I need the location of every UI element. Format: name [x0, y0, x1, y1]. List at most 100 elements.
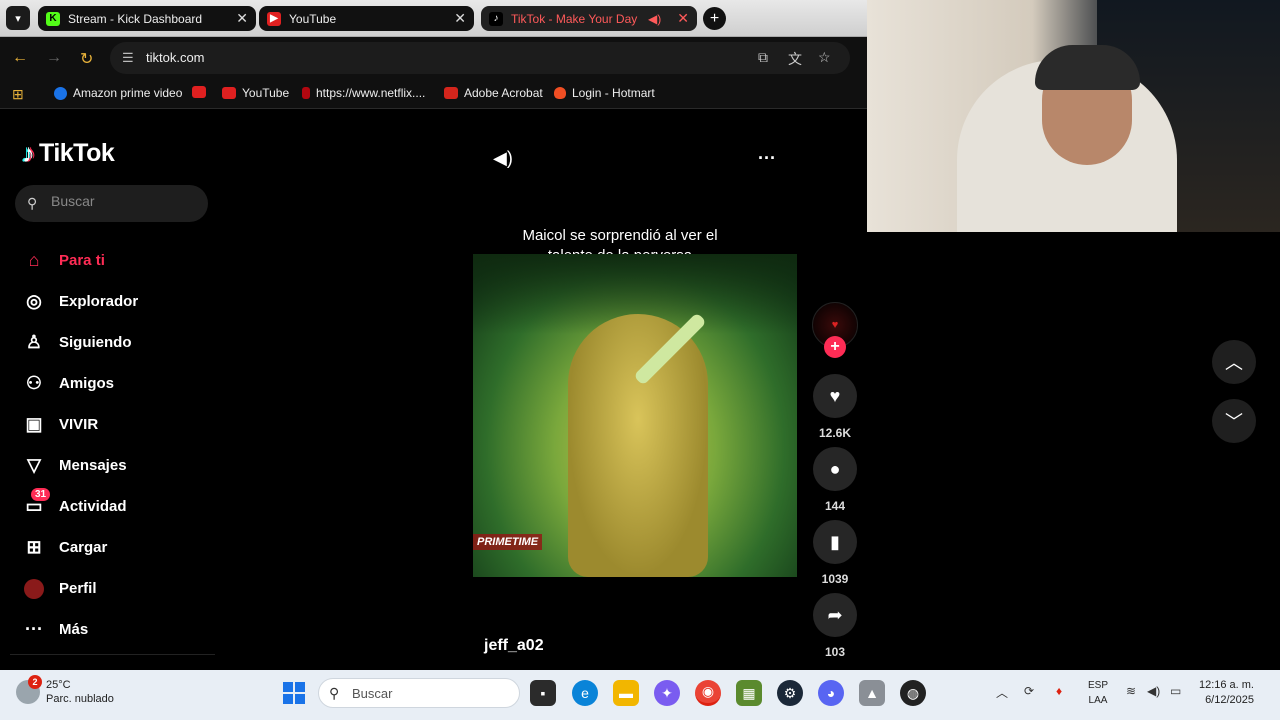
sidebar-item-cargar[interactable]: ⊞ Cargar — [22, 527, 222, 568]
close-tab-icon[interactable]: ✕ — [236, 10, 248, 27]
bookmark-netflix[interactable]: https://www.netflix.... — [302, 86, 425, 100]
comment-button[interactable]: ● 144 — [812, 447, 858, 513]
comment-count: 144 — [824, 499, 846, 513]
app-icon[interactable]: ▲ — [859, 680, 885, 706]
sidebar-item-label: Más — [59, 621, 89, 638]
file-explorer-icon[interactable]: ▬ — [613, 680, 639, 706]
close-tab-icon[interactable]: ✕ — [677, 10, 689, 27]
install-app-icon[interactable]: ⧉ — [758, 49, 768, 66]
search-input[interactable] — [51, 193, 201, 209]
more-options-icon[interactable]: ··· — [758, 148, 776, 169]
volume-icon[interactable]: ◀) — [493, 148, 513, 169]
sidebar-item-amigos[interactable]: ⚇ Amigos — [22, 363, 222, 404]
search-box[interactable]: ⚲ — [15, 185, 208, 222]
copilot-icon[interactable]: ✦ — [654, 680, 680, 706]
kick-icon: K — [46, 11, 60, 26]
url-text: tiktok.com — [146, 50, 205, 65]
browser-tab-strip: ▾ K Stream - Kick Dashboard ✕ ▶ YouTube … — [0, 0, 867, 37]
sidebar-item-label: Actividad — [59, 498, 127, 515]
youtube-shortcut-icon[interactable] — [192, 86, 212, 98]
bookmark-label: https://www.netflix.... — [316, 86, 426, 100]
chrome-icon[interactable]: ◉ — [695, 680, 721, 706]
sidebar-nav: ⌂ Para ti ◎ Explorador ♙ Siguiendo ⚇ Ami… — [22, 240, 222, 650]
tab-search-chevron-icon[interactable]: ▾ — [6, 6, 30, 30]
tab-tiktok[interactable]: ♪ TikTok - Make Your Day ◀) ✕ — [481, 6, 697, 31]
comment-icon: ● — [813, 447, 857, 491]
address-bar[interactable]: ☰ tiktok.com ⧉ 文 ☆ — [110, 42, 850, 74]
tab-youtube[interactable]: ▶ YouTube ✕ — [259, 6, 474, 31]
sidebar-item-explorador[interactable]: ◎ Explorador — [22, 281, 222, 322]
tray-chevron-up-icon[interactable]: ︿ — [996, 684, 1008, 701]
follow-plus-icon[interactable]: + — [824, 336, 846, 358]
sidebar-item-actividad[interactable]: ▭ 31 Actividad — [22, 486, 222, 527]
messages-icon: ▽ — [27, 455, 41, 475]
weather-widget[interactable]: 2 25°C Parc. nublado — [16, 675, 114, 706]
translate-icon[interactable]: 文 — [788, 49, 802, 69]
apps-grid-icon[interactable]: ⊞ — [12, 86, 24, 103]
bookmark-star-icon[interactable]: ☆ — [818, 49, 831, 66]
bookmark-label: Amazon prime video — [73, 86, 183, 100]
obs-icon[interactable]: ◍ — [900, 680, 926, 706]
sidebar-item-label: Cargar — [59, 539, 108, 556]
speaker-icon[interactable]: ◀) — [648, 12, 661, 26]
sync-icon[interactable]: ⟳ — [1024, 684, 1034, 698]
youtube-icon — [192, 86, 206, 98]
new-tab-button[interactable]: + — [703, 7, 726, 30]
video-player[interactable]: PRIMETIME — [473, 254, 797, 577]
forward-arrow-icon[interactable]: → — [46, 49, 62, 67]
youtube-icon — [222, 87, 236, 99]
bookmark-youtube[interactable]: YouTube — [222, 86, 289, 100]
edge-icon[interactable]: e — [572, 680, 598, 706]
share-button[interactable]: ➦ 103 — [812, 593, 858, 659]
sidebar-item-vivir[interactable]: ▣ VIVIR — [22, 404, 222, 445]
battery-icon[interactable]: ▭ — [1170, 684, 1181, 698]
temperature: 25°C — [46, 679, 71, 691]
bookmark-hotmart[interactable]: Login - Hotmart — [554, 86, 655, 100]
volume-icon[interactable]: ◀) — [1147, 684, 1160, 698]
tiktok-logo[interactable]: ♪ TikTok — [22, 138, 115, 169]
site-info-icon[interactable]: ☰ — [122, 50, 134, 66]
bookmark-adobe-acrobat[interactable]: Adobe Acrobat — [444, 86, 543, 100]
sidebar-item-perfil[interactable]: Perfil — [22, 568, 222, 609]
wifi-icon[interactable]: ≋ — [1126, 684, 1136, 698]
sidebar-item-siguiendo[interactable]: ♙ Siguiendo — [22, 322, 222, 363]
back-arrow-icon[interactable]: ← — [12, 49, 28, 67]
tiktok-note-icon: ♪ — [22, 138, 35, 168]
following-icon: ♙ — [25, 332, 43, 352]
video-author[interactable]: jeff_a02 — [484, 637, 544, 655]
language-indicator[interactable]: ESP LAA — [1086, 678, 1110, 708]
minecraft-icon[interactable]: ▦ — [736, 680, 762, 706]
logo-text: TikTok — [39, 139, 115, 167]
bookmarks-bar: ⊞ Amazon prime video YouTube https://www… — [0, 79, 867, 109]
microphone-icon[interactable]: ♦ — [1056, 684, 1062, 698]
friends-icon: ⚇ — [25, 373, 43, 393]
task-view-icon[interactable]: ▪ — [530, 680, 556, 706]
bookmark-label: Login - Hotmart — [572, 86, 655, 100]
screen: ▾ K Stream - Kick Dashboard ✕ ▶ YouTube … — [0, 0, 1280, 720]
language-code: ESP — [1087, 680, 1108, 691]
close-tab-icon[interactable]: ✕ — [454, 10, 466, 27]
search-icon: ⚲ — [27, 195, 38, 211]
prime-video-icon — [54, 86, 67, 100]
sidebar-item-label: Perfil — [59, 580, 97, 597]
browser-toolbar: ← → ↻ ☰ tiktok.com ⧉ 文 ☆ — [0, 37, 867, 79]
tab-kick-dashboard[interactable]: K Stream - Kick Dashboard ✕ — [38, 6, 256, 31]
time: 12:16 a. m. — [1198, 679, 1254, 691]
bookmark-amazon-prime[interactable]: Amazon prime video — [54, 86, 182, 100]
clock[interactable]: 12:16 a. m. 6/12/2025 — [1196, 678, 1254, 708]
next-video-chevron-down-icon[interactable]: ﹀ — [1212, 399, 1256, 443]
reload-icon[interactable]: ↻ — [80, 49, 93, 69]
weather-condition: Parc. nublado — [46, 693, 114, 705]
keyboard-layout: LAA — [1088, 695, 1108, 706]
taskbar-search[interactable]: ⚲ Buscar — [318, 678, 520, 708]
previous-video-chevron-up-icon[interactable]: ︿ — [1212, 340, 1256, 384]
steam-icon[interactable]: ⚙ — [777, 680, 803, 706]
sidebar-item-mensajes[interactable]: ▽ Mensajes — [22, 445, 222, 486]
sidebar-item-mas[interactable]: ··· Más — [22, 609, 222, 650]
discord-icon[interactable]: ◕ — [818, 680, 844, 706]
save-button[interactable]: ▮ 1039 — [812, 520, 858, 586]
live-tv-icon: ▣ — [25, 414, 43, 434]
windows-start-icon[interactable] — [283, 682, 305, 704]
sidebar-item-para-ti[interactable]: ⌂ Para ti — [22, 240, 222, 281]
like-button[interactable]: ♥ 12.6K — [812, 374, 858, 440]
